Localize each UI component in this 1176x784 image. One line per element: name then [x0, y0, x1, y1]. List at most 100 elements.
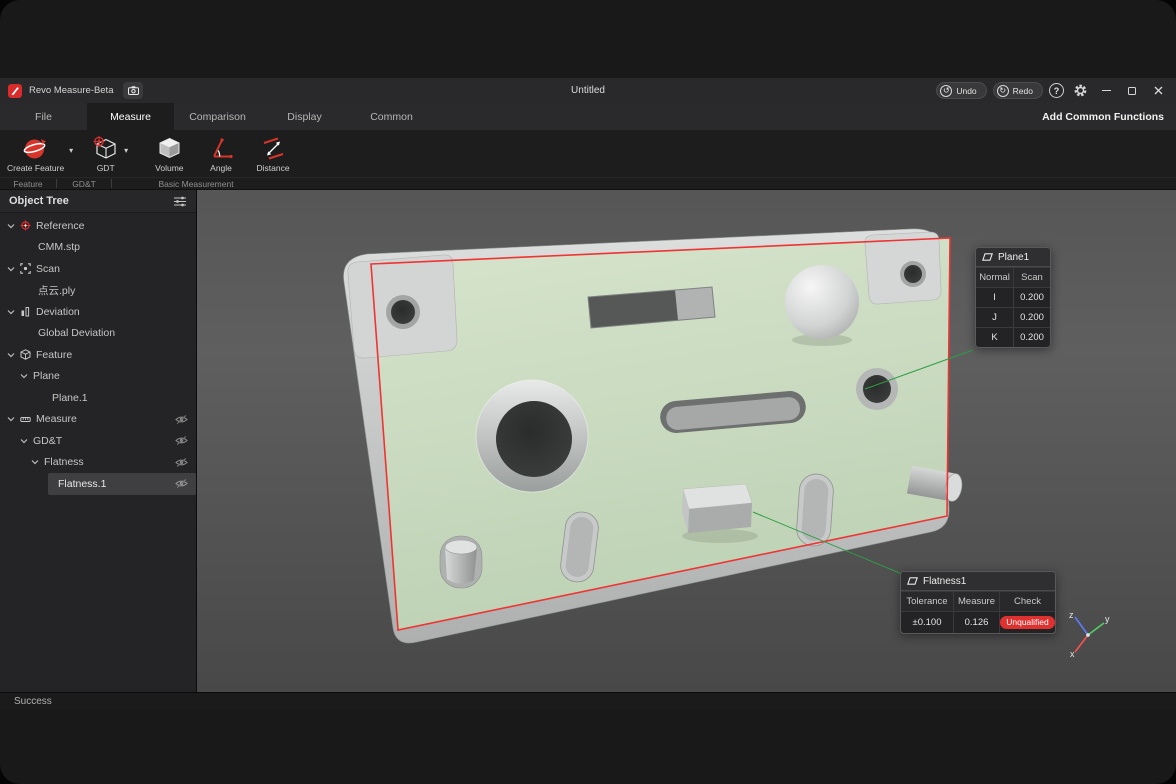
- capture-button[interactable]: [123, 82, 143, 99]
- row-value: 0.200: [1013, 327, 1050, 347]
- app-logo-icon: [8, 84, 22, 98]
- tree-item-global-deviation[interactable]: Global Deviation: [0, 323, 196, 345]
- plane-result-panel[interactable]: Plane1 Normal Scan I 0.200 J 0.200 K 0.2…: [975, 247, 1051, 348]
- tolerance-value: ±0.100: [901, 611, 953, 633]
- chevron-down-icon[interactable]: [7, 309, 15, 315]
- redo-label: Redo: [1013, 86, 1033, 96]
- caret-down-icon[interactable]: ▾: [69, 146, 73, 155]
- measure-icon: [20, 414, 31, 425]
- row-label: I: [976, 287, 1013, 307]
- tree-item-flatness-1[interactable]: Flatness.1: [48, 473, 196, 495]
- create-feature-icon: [22, 135, 49, 162]
- status-text: Success: [14, 696, 52, 707]
- tree-item-measure[interactable]: Measure: [0, 409, 196, 431]
- minimize-button[interactable]: [1096, 81, 1116, 100]
- eye-off-icon[interactable]: [175, 414, 188, 425]
- object-tree-header: Object Tree: [0, 190, 196, 213]
- chevron-down-icon[interactable]: [7, 352, 15, 358]
- column-header: Normal: [976, 267, 1013, 287]
- viewport-3d[interactable]: Plane1 Normal Scan I 0.200 J 0.200 K 0.2…: [197, 190, 1176, 692]
- chevron-down-icon[interactable]: [31, 459, 39, 465]
- distance-icon: [260, 135, 287, 162]
- column-header: Tolerance: [901, 591, 953, 611]
- tab-measure[interactable]: Measure: [87, 103, 174, 130]
- chevron-down-icon[interactable]: [20, 373, 28, 379]
- chevron-down-icon[interactable]: [20, 438, 28, 444]
- object-tree-title: Object Tree: [9, 195, 69, 207]
- eye-off-icon[interactable]: [175, 435, 188, 446]
- minimize-icon: [1102, 90, 1111, 91]
- small-hole-bore: [863, 375, 891, 403]
- tree-item-label: Plane.1: [52, 392, 88, 404]
- distance-button[interactable]: Distance: [252, 133, 295, 173]
- tab-label: Measure: [110, 111, 151, 123]
- gear-icon: [1073, 83, 1088, 98]
- tree-item-plane-1[interactable]: Plane.1: [0, 387, 196, 409]
- tree-filter-icon[interactable]: [173, 196, 187, 207]
- button-label: Distance: [257, 163, 290, 173]
- gdt-icon: [92, 135, 119, 162]
- eye-off-icon[interactable]: [175, 478, 188, 489]
- tree-item-reference[interactable]: Reference: [0, 215, 196, 237]
- title-bar: Revo Measure-Beta Untitled ↺ Undo ↻ Redo: [0, 78, 1176, 103]
- tree-item-label: Scan: [36, 263, 60, 275]
- gdt-button[interactable]: GDT ▾: [87, 133, 124, 173]
- maximize-button[interactable]: [1122, 81, 1142, 100]
- undo-button[interactable]: ↺ Undo: [936, 82, 986, 99]
- tree-item-cmm-stp[interactable]: CMM.stp: [0, 237, 196, 259]
- undo-label: Undo: [956, 86, 976, 96]
- angle-icon: [208, 135, 235, 162]
- button-label: GDT: [97, 163, 115, 173]
- row-label: K: [976, 327, 1013, 347]
- angle-button[interactable]: Angle: [203, 133, 240, 173]
- add-common-functions-button[interactable]: Add Common Functions: [1042, 103, 1176, 130]
- tab-common[interactable]: Common: [348, 103, 435, 130]
- button-label: Volume: [155, 163, 183, 173]
- tab-file[interactable]: File: [0, 103, 87, 130]
- flatness-result-panel[interactable]: Flatness1 Tolerance Measure Check ±0.100…: [900, 571, 1056, 634]
- panel-title: Flatness1: [923, 576, 966, 587]
- tree-item-gdt[interactable]: GD&T: [0, 430, 196, 452]
- tree-item-label: Deviation: [36, 306, 80, 318]
- tab-comparison[interactable]: Comparison: [174, 103, 261, 130]
- tree-item-flatness[interactable]: Flatness: [0, 452, 196, 474]
- object-tree: Reference CMM.stp Scan 点云.: [0, 213, 196, 692]
- app-window: Revo Measure-Beta Untitled ↺ Undo ↻ Redo: [0, 78, 1176, 710]
- chevron-down-icon[interactable]: [7, 223, 15, 229]
- tree-item-feature[interactable]: Feature: [0, 344, 196, 366]
- large-hole-bore: [496, 401, 572, 477]
- help-icon: ?: [1054, 86, 1060, 96]
- group-basic-measurement: Basic Measurement: [112, 179, 280, 189]
- y-axis: [1088, 623, 1104, 635]
- close-button[interactable]: [1148, 81, 1168, 100]
- tree-item-deviation[interactable]: Deviation: [0, 301, 196, 323]
- redo-button[interactable]: ↻ Redo: [993, 82, 1043, 99]
- button-label: Angle: [210, 163, 232, 173]
- volume-button[interactable]: Volume: [150, 133, 188, 173]
- undo-icon: ↺: [940, 85, 952, 97]
- chevron-down-icon[interactable]: [7, 266, 15, 272]
- tab-display[interactable]: Display: [261, 103, 348, 130]
- create-feature-button[interactable]: Create Feature ▾: [2, 133, 69, 173]
- tree-item-label: CMM.stp: [38, 241, 80, 253]
- column-header: Measure: [953, 591, 999, 611]
- help-button[interactable]: ?: [1049, 83, 1064, 98]
- row-value: 0.200: [1013, 307, 1050, 327]
- check-cell: Unqualified: [999, 611, 1055, 633]
- group-gdt: GD&T: [57, 179, 111, 189]
- status-bar: Success: [0, 692, 1176, 710]
- axis-triad[interactable]: z y x: [1063, 608, 1111, 658]
- eye-off-icon[interactable]: [175, 457, 188, 468]
- tree-item-pointcloud-ply[interactable]: 点云.ply: [0, 280, 196, 302]
- chevron-down-icon[interactable]: [7, 416, 15, 422]
- reference-icon: [20, 220, 31, 231]
- flatness-icon: [907, 577, 918, 585]
- settings-button[interactable]: [1070, 81, 1090, 100]
- tree-item-plane[interactable]: Plane: [0, 366, 196, 388]
- corner-hole-bore: [391, 300, 415, 324]
- tree-item-scan[interactable]: Scan: [0, 258, 196, 280]
- y-axis-label: y: [1105, 614, 1110, 624]
- caret-down-icon[interactable]: ▾: [124, 146, 128, 155]
- feature-icon: [20, 349, 31, 360]
- tree-item-label: Flatness.1: [58, 478, 106, 490]
